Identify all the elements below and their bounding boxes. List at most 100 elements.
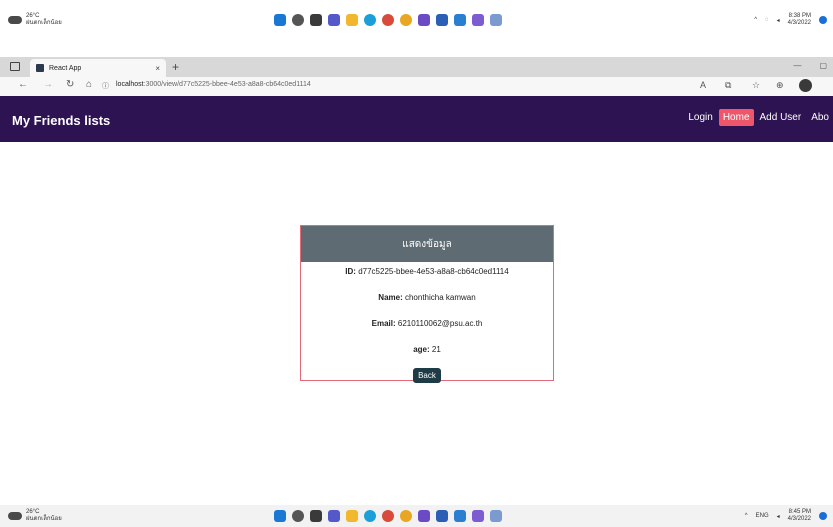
address-bar: ← → ↻ ⌂ ⓘ localhost:3000/view/d77c5225-b…: [0, 77, 833, 96]
card-header: แสดงข้อมูล: [301, 226, 553, 262]
url-path: :3000/view/d77c5225-bbee-4e53-a8a8-cb64c…: [143, 81, 311, 88]
weather-widget[interactable]: 26°C ฝนตกเล็กน้อย: [8, 13, 62, 27]
chrome-icon[interactable]: [400, 14, 412, 26]
card-title: แสดงข้อมูล: [402, 238, 452, 250]
start-icon[interactable]: [274, 14, 286, 26]
weather-desc: ฝนตกเล็กน้อย: [26, 516, 62, 522]
weather-desc: ฝนตกเล็กน้อย: [26, 20, 62, 26]
word-icon[interactable]: [436, 14, 448, 26]
tab-react-app[interactable]: React App ×: [30, 59, 166, 77]
teams-icon-2[interactable]: [472, 510, 484, 522]
read-aloud-icon[interactable]: A: [700, 80, 706, 90]
email-value: 6210110062@psu.ac.th: [397, 319, 483, 328]
maximize-icon[interactable]: ▢: [819, 61, 827, 70]
profile-avatar[interactable]: [799, 79, 812, 92]
edge-icon[interactable]: [364, 510, 376, 522]
weather-widget-bottom[interactable]: 26°C ฝนตกเล็กน้อย: [8, 509, 62, 523]
chat-icon[interactable]: [328, 14, 340, 26]
app-navbar: My Friends lists Login Home Add User Abo: [0, 96, 833, 142]
browser-tabstrip: React App × + — ▢: [0, 57, 833, 77]
app-icon[interactable]: [382, 14, 394, 26]
task-view-icon[interactable]: [310, 14, 322, 26]
back-button[interactable]: Back: [413, 368, 441, 383]
chevron-up-icon[interactable]: ^: [754, 17, 757, 23]
start-icon[interactable]: [274, 510, 286, 522]
name-row: Name: chonthicha kamwan: [301, 293, 553, 302]
collections-icon[interactable]: ⊕: [776, 80, 784, 91]
volume-icon[interactable]: ◂: [777, 17, 780, 24]
teams-icon[interactable]: [418, 14, 430, 26]
teams-icon[interactable]: [418, 510, 430, 522]
nav-add-user[interactable]: Add User: [756, 109, 806, 126]
url-host: localhost: [116, 81, 144, 88]
system-tray: ^ ◌ ◂ 8:38 PM 4/3/2022: [754, 13, 827, 27]
extensions-icon[interactable]: ⧉: [725, 80, 731, 91]
nav-home[interactable]: Home: [718, 109, 754, 126]
clock-date: 4/3/2022: [787, 516, 811, 522]
url-field[interactable]: localhost:3000/view/d77c5225-bbee-4e53-a…: [116, 81, 311, 88]
age-label: age:: [413, 345, 430, 354]
app-icon-2[interactable]: [490, 14, 502, 26]
age-row: age: 21: [301, 345, 553, 354]
nav-links: Login Home Add User Abo: [682, 109, 833, 126]
tab-actions-icon[interactable]: [10, 62, 20, 71]
search-icon[interactable]: [292, 510, 304, 522]
weather-temp: 26°C: [26, 509, 40, 515]
forward-arrow-icon[interactable]: →: [43, 79, 53, 90]
id-row: ID: d77c5225-bbee-4e53-a8a8-cb64c0ed1114: [301, 267, 553, 276]
new-tab-icon[interactable]: +: [172, 60, 179, 74]
minimize-icon[interactable]: —: [793, 61, 801, 70]
taskbar-bottom: 26°C ฝนตกเล็กน้อย ^ ENG ◂ 8:45 PM 4/3/20…: [0, 505, 833, 527]
clock[interactable]: 8:45 PM 4/3/2022: [788, 509, 811, 523]
weather-temp: 26°C: [26, 13, 40, 19]
chevron-up-icon[interactable]: ^: [745, 513, 748, 519]
favorites-icon[interactable]: ☆: [752, 80, 760, 91]
notification-icon[interactable]: [819, 512, 827, 520]
clock-time: 8:38 PM: [788, 13, 811, 19]
favicon-icon: [36, 64, 44, 72]
clock-date: 4/3/2022: [787, 20, 811, 26]
system-tray-bottom: ^ ENG ◂ 8:45 PM 4/3/2022: [745, 509, 827, 523]
volume-icon[interactable]: ◂: [777, 513, 780, 520]
id-value: d77c5225-bbee-4e53-a8a8-cb64c0ed1114: [358, 267, 509, 276]
vscode-icon[interactable]: [454, 14, 466, 26]
notification-icon[interactable]: [819, 16, 827, 24]
user-detail-card: แสดงข้อมูล ID: d77c5225-bbee-4e53-a8a8-c…: [300, 225, 554, 383]
app-icon-2[interactable]: [490, 510, 502, 522]
nav-about[interactable]: Abo: [807, 109, 833, 126]
task-view-icon[interactable]: [310, 510, 322, 522]
age-value: 21: [431, 345, 441, 354]
id-label: ID:: [345, 267, 356, 276]
refresh-icon[interactable]: ↻: [66, 79, 74, 90]
info-icon[interactable]: ⓘ: [102, 81, 109, 91]
chat-icon[interactable]: [328, 510, 340, 522]
file-explorer-icon[interactable]: [346, 14, 358, 26]
close-tab-icon[interactable]: ×: [155, 64, 160, 73]
cloud-icon: [8, 512, 22, 520]
email-row: Email: 6210110062@psu.ac.th: [301, 319, 553, 328]
taskbar-apps-bottom: [274, 510, 502, 522]
name-value: chonthicha kamwan: [404, 293, 476, 302]
word-icon[interactable]: [436, 510, 448, 522]
edge-icon[interactable]: [364, 14, 376, 26]
clock-time: 8:45 PM: [788, 509, 811, 515]
back-arrow-icon[interactable]: ←: [18, 79, 28, 90]
vscode-icon[interactable]: [454, 510, 466, 522]
tab-title: React App: [49, 64, 82, 72]
cloud-icon: [8, 16, 22, 24]
language-indicator[interactable]: ENG: [756, 513, 769, 519]
navbar-brand[interactable]: My Friends lists: [12, 113, 110, 128]
network-icon[interactable]: ◌: [765, 17, 769, 23]
home-icon[interactable]: ⌂: [86, 79, 92, 90]
email-label: Email:: [371, 319, 396, 328]
clock[interactable]: 8:38 PM 4/3/2022: [788, 13, 811, 27]
app-icon[interactable]: [382, 510, 394, 522]
nav-login[interactable]: Login: [684, 109, 716, 126]
chrome-icon[interactable]: [400, 510, 412, 522]
search-icon[interactable]: [292, 14, 304, 26]
taskbar-apps: [274, 14, 502, 26]
file-explorer-icon[interactable]: [346, 510, 358, 522]
name-label: Name:: [378, 293, 403, 302]
teams-icon-2[interactable]: [472, 14, 484, 26]
back-wrap: Back: [301, 365, 553, 383]
